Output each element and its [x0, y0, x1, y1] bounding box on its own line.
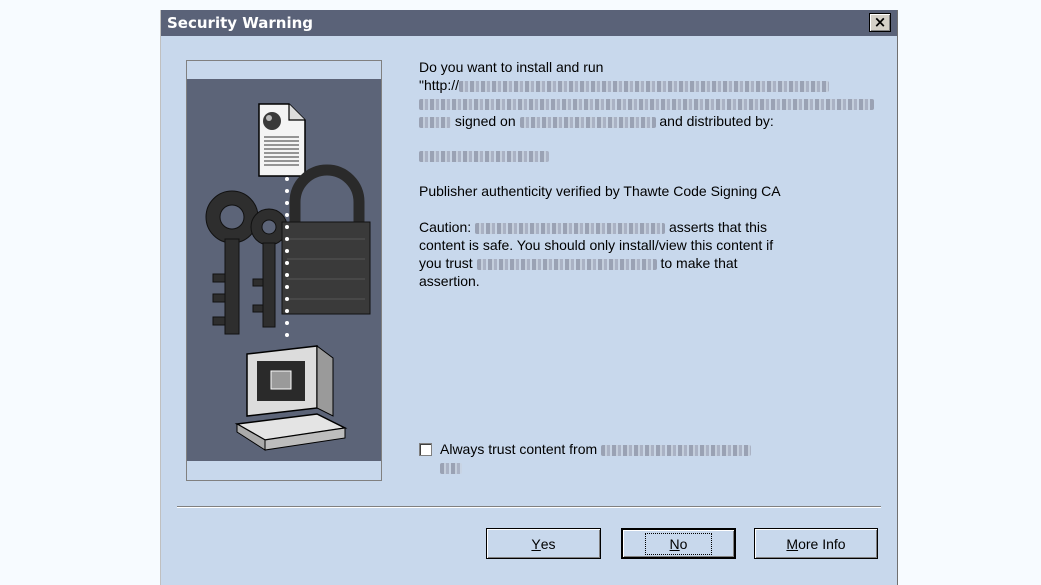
more-info-button[interactable]: More Info	[754, 528, 878, 559]
signed-on-label: signed on	[454, 113, 516, 129]
redacted-url-continued	[419, 98, 874, 110]
lock-keys-computer-illustration	[205, 103, 371, 451]
redacted-publisher-link[interactable]	[419, 150, 549, 162]
yes-accel: Y	[531, 535, 541, 552]
security-illustration-panel	[186, 60, 382, 481]
assertion-label: assertion.	[419, 273, 480, 289]
redacted-url	[459, 80, 829, 92]
caution-label: Caution:	[419, 219, 472, 235]
more-info-label: ore Info	[798, 535, 846, 552]
yes-label: es	[540, 535, 556, 552]
caution-line2: content is safe. You should only install…	[419, 237, 774, 253]
yes-button[interactable]: Yes	[486, 528, 601, 559]
no-button[interactable]: No	[621, 528, 736, 559]
document-globe-icon	[258, 103, 306, 177]
redacted-publisher-2	[476, 258, 657, 270]
install-question: Do you want to install and run "http:// …	[419, 58, 884, 130]
always-trust-label[interactable]: Always trust content from	[440, 440, 752, 476]
no-accel: N	[669, 535, 680, 552]
always-trust-option[interactable]: Always trust content from	[419, 440, 879, 476]
separator	[177, 506, 881, 508]
computer-icon	[234, 345, 348, 451]
you-trust-label: you trust	[419, 255, 473, 271]
title-bar[interactable]: Security Warning ×	[161, 10, 897, 36]
redacted-date	[519, 116, 656, 128]
close-icon: ×	[873, 13, 887, 31]
url-prefix: "http://	[419, 77, 459, 93]
redacted-url-end	[419, 116, 451, 128]
keys-icon	[205, 190, 288, 335]
caution-text: Caution: asserts that this content is sa…	[419, 218, 884, 290]
redacted-trust-publisher-end	[440, 462, 462, 474]
redacted-publisher	[475, 222, 666, 234]
security-warning-dialog: Security Warning × Do you want to instal…	[160, 10, 898, 585]
distributed-by-label: and distributed by:	[659, 113, 774, 129]
warning-text: Do you want to install and run "http:// …	[419, 58, 884, 308]
publisher-name[interactable]	[419, 146, 884, 164]
always-trust-checkbox[interactable]	[419, 443, 432, 456]
security-illustration	[187, 79, 381, 461]
caution-asserts: asserts that this	[668, 219, 767, 235]
padlock-icon	[281, 164, 371, 315]
verified-text: Publisher authenticity verified by Thawt…	[419, 183, 781, 199]
redacted-trust-publisher	[601, 444, 752, 456]
no-focus-rect: No	[644, 532, 713, 555]
to-make-that-label: to make that	[660, 255, 738, 271]
always-trust-text: Always trust content from	[440, 441, 598, 457]
more-accel: M	[786, 535, 799, 552]
install-question-line: Do you want to install and run	[419, 59, 604, 75]
close-button[interactable]: ×	[869, 13, 891, 32]
no-label: o	[679, 535, 688, 552]
window-title: Security Warning	[167, 14, 314, 32]
